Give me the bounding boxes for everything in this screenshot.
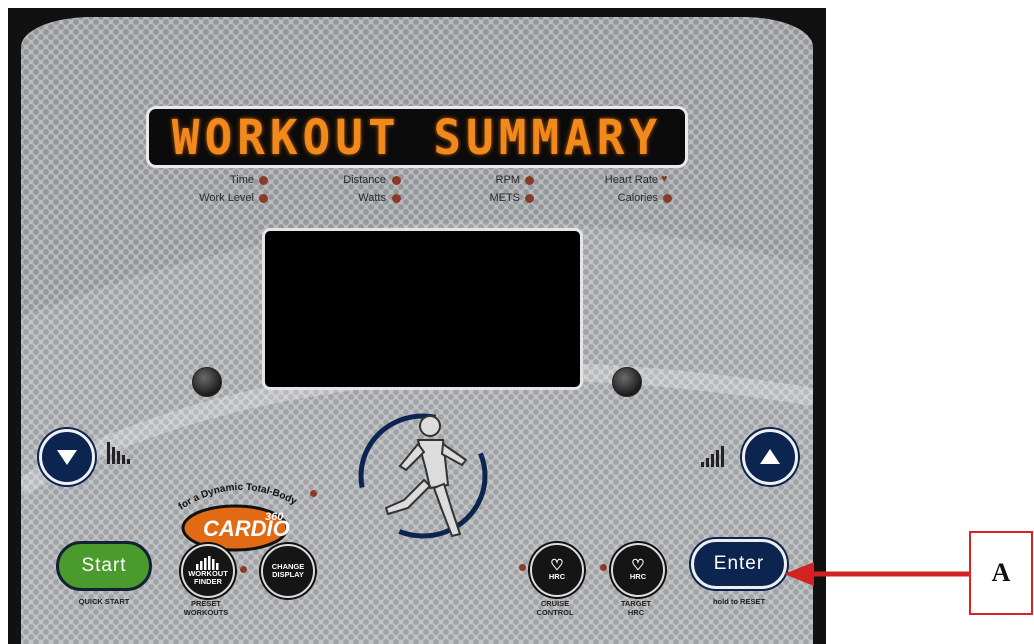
change-display-label-2: DISPLAY [272,570,304,579]
display-banner: WORKOUT SUMMARY [146,106,688,168]
indicator-distance-label: Distance [343,174,386,186]
heart-icon: ♥ [661,173,668,185]
indicator-time-light [259,176,268,185]
level-up-button[interactable] [742,429,798,485]
callout-label-box: A [969,531,1033,615]
workout-finder-light [240,566,247,573]
runner-icon [358,413,488,539]
indicator-calories-light [663,194,672,203]
change-display-button[interactable]: CHANGE DISPLAY [261,544,315,598]
brand-indicator-light [310,490,317,497]
decrease-level-icon [107,442,130,464]
main-display-screen [262,228,583,390]
indicator-work-level-label: Work Level [199,192,254,204]
indicator-watts-light [392,194,401,203]
down-arrow-icon [57,450,77,465]
cruise-control-light [519,564,526,571]
indicator-rpm-light [525,176,534,185]
cruise-control-button[interactable]: ♡ HRC [530,543,584,597]
heart-monitor-icon: ♡ [550,557,564,574]
brand-logo-sup: 360 [265,511,284,523]
callout-label: A [991,558,1011,587]
indicator-watts-label: Watts [358,192,386,204]
level-down-button[interactable] [39,429,95,485]
target-hrc-hrc: HRC [629,572,647,581]
cruise-control-hrc: HRC [548,572,566,581]
enter-label: Enter [713,553,765,574]
console-frame: WORKOUT SUMMARY Time Distance RPM Heart … [8,8,826,644]
indicator-mets-label: METS [489,192,520,204]
up-arrow-icon [760,449,780,464]
indicator-heart-rate-label: Heart Rate [604,174,658,186]
workout-finder-label-2: FINDER [194,577,222,586]
indicator-mets-light [525,194,534,203]
right-knob[interactable] [612,367,642,397]
indicator-distance-light [392,176,401,185]
start-button[interactable]: Start [56,541,152,591]
callout-arrow-icon [784,562,970,586]
indicator-time-label: Time [229,174,254,186]
left-knob[interactable] [192,367,222,397]
bar-chart-icon [196,556,219,570]
cruise-control-label: CRUISE CONTROL [536,599,574,617]
cardio-360-logo: for a Dynamic Total-Body Workout CARDIO … [173,476,301,552]
workout-finder-button[interactable]: WORKOUT FINDER [181,544,235,598]
indicator-rpm-label: RPM [495,174,520,186]
target-hrc-label: TARGET HRC [620,599,652,617]
hold-to-reset-label: hold to RESET [712,597,766,606]
heart-monitor-icon: ♡ [631,557,645,574]
banner-text: WORKOUT SUMMARY [171,108,663,166]
target-hrc-button[interactable]: ♡ HRC [611,543,665,597]
increase-level-icon [701,446,724,467]
enter-button[interactable]: Enter [691,539,787,589]
preset-workouts-label: PRESET WORKOUTS [183,599,229,617]
quick-start-label: QUICK START [78,597,130,606]
indicator-work-level-light [259,194,268,203]
indicator-calories-label: Calories [617,192,658,204]
target-hrc-light [600,564,607,571]
start-label: Start [81,555,127,576]
